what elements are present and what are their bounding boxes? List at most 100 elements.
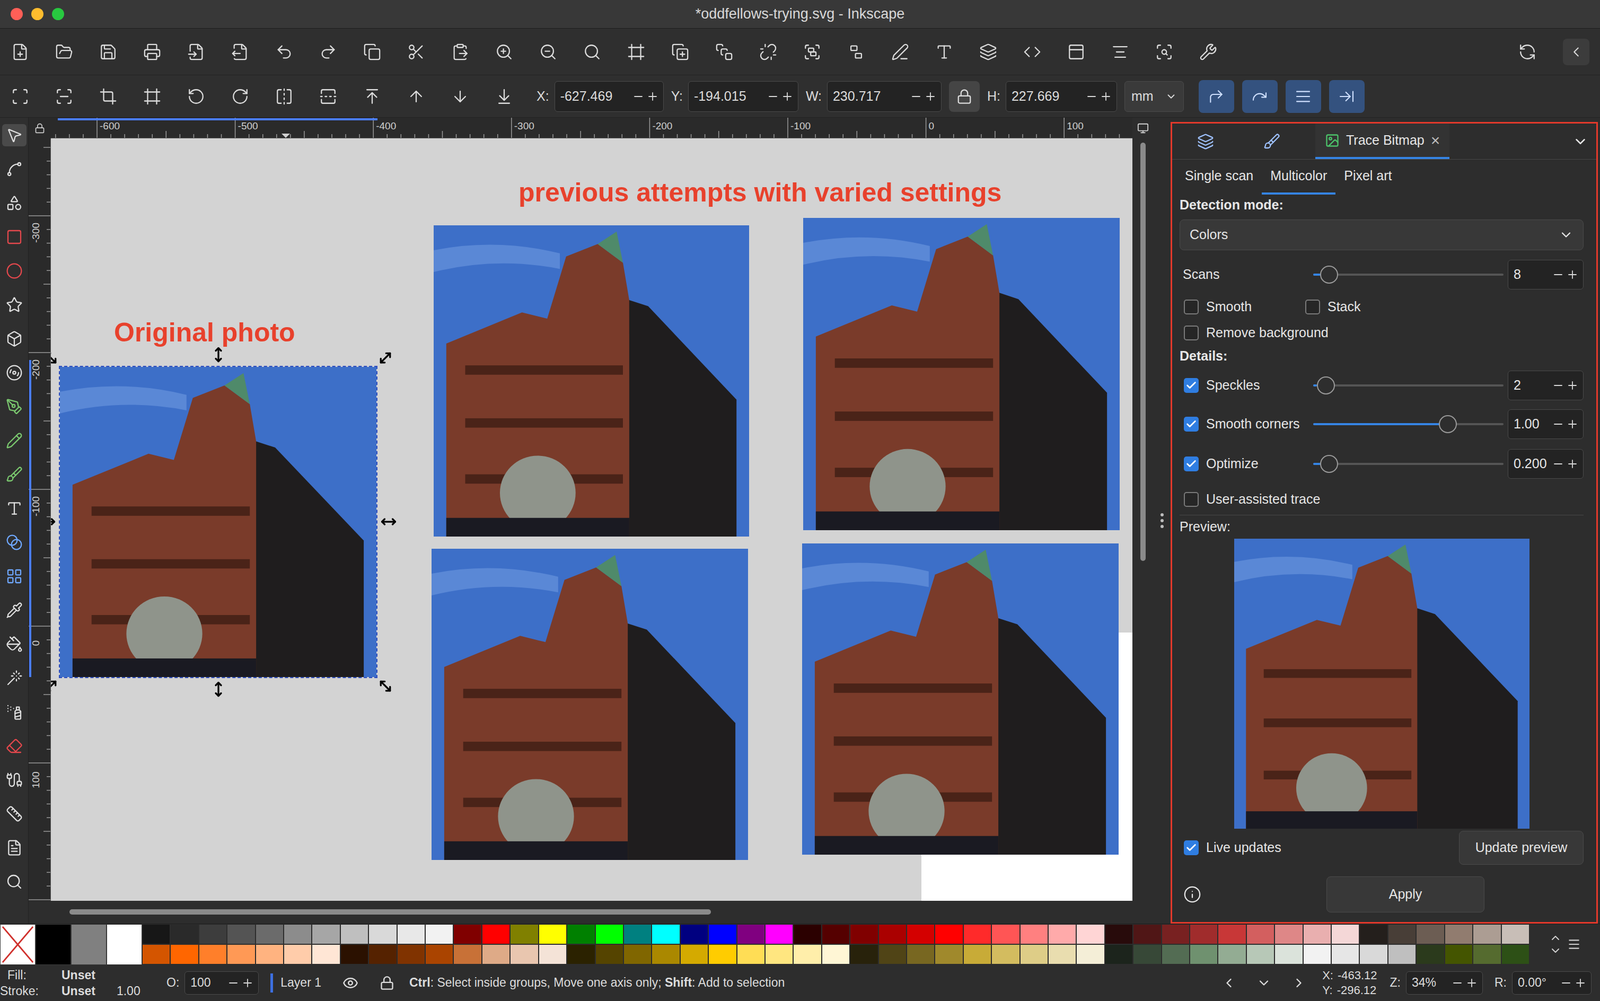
swatch[interactable]	[991, 924, 1020, 945]
mode-tab[interactable]: Single scan	[1176, 159, 1262, 195]
mode-tab[interactable]: Pixel art	[1335, 159, 1401, 195]
text-font-button[interactable]	[935, 42, 954, 61]
decrement-icon[interactable]	[631, 90, 645, 103]
swatch[interactable]	[1246, 924, 1275, 945]
original-photo[interactable]	[59, 366, 377, 678]
swatch[interactable]	[1501, 924, 1530, 945]
swatch[interactable]	[397, 924, 426, 945]
swatch[interactable]	[934, 944, 963, 965]
live-updates-option[interactable]: Live updates	[1179, 837, 1282, 858]
trace-attempt[interactable]	[431, 548, 749, 860]
document-properties-button[interactable]	[1067, 42, 1086, 61]
swatch[interactable]	[1246, 944, 1275, 965]
swatch[interactable]	[510, 944, 539, 965]
detail-checkbox[interactable]	[1183, 456, 1199, 472]
swatch[interactable]	[481, 924, 511, 945]
swatch[interactable]	[453, 944, 482, 965]
increment-icon[interactable]	[646, 90, 659, 103]
decrement-icon[interactable]	[766, 90, 780, 103]
swatch[interactable]	[170, 944, 199, 965]
swatch[interactable]	[1331, 924, 1360, 945]
star-tool[interactable]	[2, 293, 27, 316]
lower-button[interactable]	[451, 87, 470, 106]
trace-attempt[interactable]	[803, 217, 1120, 531]
swatch[interactable]	[1020, 944, 1049, 965]
open-button[interactable]	[55, 42, 74, 61]
increment-icon[interactable]	[1566, 417, 1579, 431]
trace-attempt[interactable]	[433, 225, 750, 537]
palette-scroll-up-icon[interactable]	[1549, 931, 1562, 945]
swatch[interactable]	[453, 924, 482, 945]
attempts-label[interactable]: previous attempts with varied settings	[518, 179, 1002, 206]
swatch[interactable]	[963, 924, 992, 945]
raise-to-top-button[interactable]	[363, 87, 382, 106]
swatch[interactable]	[1161, 944, 1190, 965]
swatch[interactable]	[1387, 944, 1417, 965]
geometry-spinbox[interactable]: 230.717	[827, 81, 942, 112]
live-updates-checkbox[interactable]	[1183, 840, 1199, 856]
layer-lock-icon[interactable]	[379, 975, 395, 991]
scans-slider[interactable]	[1313, 264, 1504, 286]
zoom-drawing-button[interactable]	[539, 42, 558, 61]
swatch[interactable]	[651, 944, 680, 965]
mode-tab[interactable]: Multicolor	[1261, 159, 1336, 195]
close-window-button[interactable]	[10, 7, 23, 21]
slider-knob[interactable]	[1438, 415, 1457, 434]
move-gradients-button[interactable]	[1285, 80, 1322, 113]
increment-icon[interactable]	[1099, 90, 1113, 103]
horizontal-scrollbar[interactable]	[28, 900, 1154, 923]
zoom-tool[interactable]	[2, 870, 27, 893]
swatch[interactable]	[1274, 924, 1303, 945]
swatch[interactable]	[1020, 924, 1049, 945]
increment-icon[interactable]	[241, 976, 254, 990]
import-button[interactable]	[187, 42, 206, 61]
swatch[interactable]	[1161, 924, 1190, 945]
scale-corners-button[interactable]	[1242, 80, 1278, 113]
scale-handle-icon[interactable]	[50, 513, 56, 530]
scale-handle-icon[interactable]	[210, 346, 227, 363]
swatch[interactable]	[311, 924, 340, 945]
redo-button[interactable]	[319, 42, 338, 61]
box3d-tool[interactable]	[2, 327, 27, 350]
swatch[interactable]	[793, 924, 822, 945]
palette-menu-icon[interactable]	[1567, 937, 1581, 952]
swatch[interactable]	[1331, 944, 1360, 965]
increment-icon[interactable]	[1566, 379, 1579, 392]
swatch[interactable]	[283, 924, 312, 945]
scans-spinbox[interactable]: 8	[1507, 259, 1584, 290]
eraser-tool[interactable]	[2, 734, 27, 758]
swatch[interactable]	[1132, 944, 1162, 965]
next-layer-icon[interactable]	[1291, 975, 1307, 991]
tab-close[interactable]: ×	[1430, 132, 1441, 149]
slider-knob[interactable]	[1320, 454, 1339, 473]
increment-icon[interactable]	[1566, 268, 1579, 281]
option-checkbox[interactable]	[1183, 299, 1199, 315]
preferences-button[interactable]	[1199, 42, 1218, 61]
swatch[interactable]	[566, 924, 595, 945]
geometry-spinbox[interactable]: 227.669	[1005, 81, 1118, 112]
swatch[interactable]	[1387, 924, 1417, 945]
swatch[interactable]	[849, 924, 878, 945]
clone-button[interactable]	[715, 42, 734, 61]
horizontal-ruler[interactable]: -600-500-400-300-200-1000100	[50, 117, 1133, 139]
ellipse-tool[interactable]	[2, 259, 27, 283]
swatch[interactable]	[1189, 944, 1218, 965]
layer-indicator[interactable]: Layer 1	[270, 973, 322, 993]
zoom-page-width-button[interactable]	[627, 42, 646, 61]
swatch[interactable]	[170, 924, 199, 945]
dropper-tool[interactable]	[2, 599, 27, 622]
new-document-button[interactable]	[11, 42, 30, 61]
spray-tool[interactable]	[2, 700, 27, 724]
swatch[interactable]	[226, 944, 256, 965]
option[interactable]: Stack	[1300, 296, 1361, 318]
decrement-icon[interactable]	[1559, 976, 1573, 990]
gradient-tool[interactable]	[2, 531, 27, 554]
tweak-tool[interactable]	[2, 666, 27, 690]
decrement-icon[interactable]	[1551, 379, 1565, 392]
decrement-icon[interactable]	[909, 90, 923, 103]
swatch[interactable]	[906, 924, 935, 945]
lower-to-bottom-button[interactable]	[495, 87, 514, 106]
detail-checkbox[interactable]	[1183, 377, 1199, 393]
swatch[interactable]	[1303, 944, 1332, 965]
swatch[interactable]	[1501, 944, 1530, 965]
